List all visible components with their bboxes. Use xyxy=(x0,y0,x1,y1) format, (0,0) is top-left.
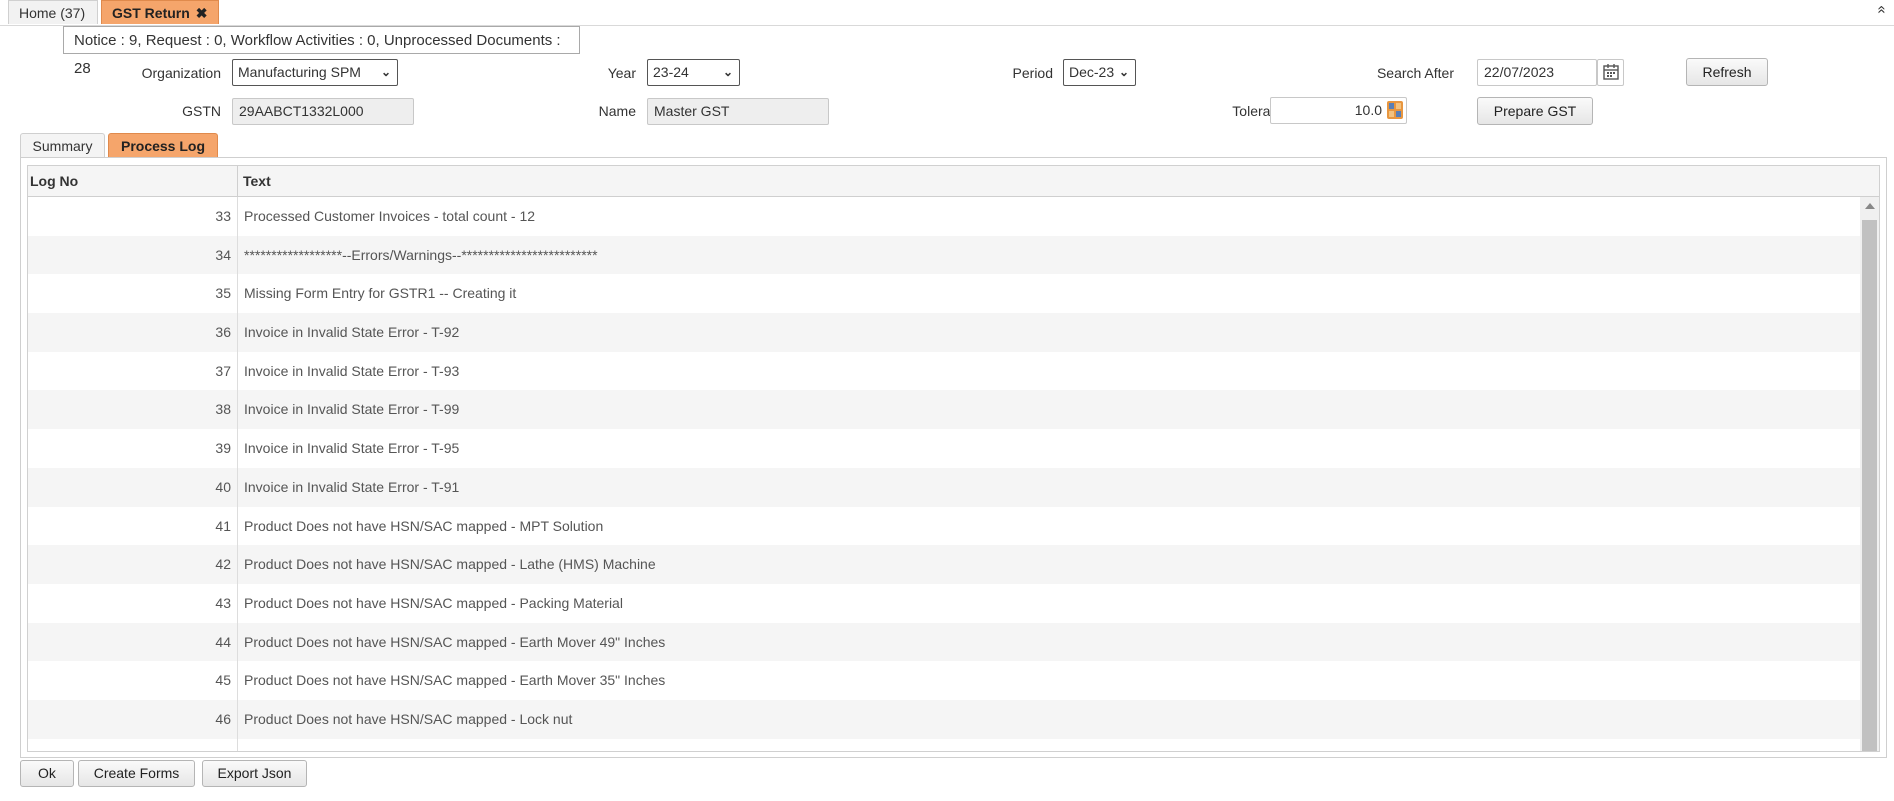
organization-select[interactable]: Manufacturing SPM ⌄ xyxy=(232,59,398,86)
tolerance-value: 10.0 xyxy=(1354,102,1382,118)
top-tab-bar: Home (37) GST Return ✖ « xyxy=(0,0,1894,26)
log-text-cell: Missing Form Entry for GSTR1 -- Creating… xyxy=(244,285,517,302)
log-text-cell: Product Does not have HSN/SAC mapped - L… xyxy=(244,710,573,727)
table-row[interactable]: 45 Product Does not have HSN/SAC mapped -… xyxy=(28,661,1860,700)
vertical-scrollbar[interactable] xyxy=(1860,197,1879,751)
tab-home[interactable]: Home (37) xyxy=(8,0,98,24)
log-no-cell: 37 xyxy=(215,362,231,379)
log-no-cell: 38 xyxy=(215,401,231,418)
year-label: Year xyxy=(607,65,636,81)
table-row[interactable]: 35 Missing Form Entry for GSTR1 -- Creati… xyxy=(28,274,1860,313)
calendar-button[interactable] xyxy=(1597,59,1624,86)
close-icon[interactable]: ✖ xyxy=(196,5,208,21)
log-text-cell: Product Does not have HSN/SAC mapped - P… xyxy=(244,739,620,751)
chevron-down-icon: ⌄ xyxy=(722,65,733,79)
log-text-cell: Invoice in Invalid State Error - T-95 xyxy=(244,440,460,457)
log-text-cell: Product Does not have HSN/SAC mapped - M… xyxy=(244,517,604,534)
log-no-cell: 40 xyxy=(215,478,231,495)
export-json-button[interactable]: Export Json xyxy=(202,760,307,787)
notice-tooltip: Notice : 9, Request : 0, Workflow Activi… xyxy=(63,26,580,77)
grid-header: Log No Text xyxy=(28,166,1879,197)
log-no-cell: 44 xyxy=(215,633,231,650)
ok-button[interactable]: Ok xyxy=(20,760,74,787)
collapse-icon[interactable]: « xyxy=(1873,5,1890,13)
name-label: Name xyxy=(598,103,636,119)
period-value: Dec-23 xyxy=(1069,64,1115,80)
table-row[interactable]: 37 Invoice in Invalid State Error - T-93 xyxy=(28,352,1860,391)
column-header-log-no[interactable]: Log No xyxy=(30,166,78,196)
search-after-input[interactable]: 22/07/2023 xyxy=(1477,59,1597,86)
log-no-cell: 43 xyxy=(215,594,231,611)
period-label: Period xyxy=(1012,65,1053,81)
log-text-cell: Product Does not have HSN/SAC mapped - P… xyxy=(244,594,623,611)
tab-gst-return-label: GST Return xyxy=(112,5,190,21)
log-no-cell: 36 xyxy=(215,324,231,341)
table-row[interactable]: 43 Product Does not have HSN/SAC mapped -… xyxy=(28,584,1860,623)
table-row[interactable]: 40 Invoice in Invalid State Error - T-91 xyxy=(28,467,1860,507)
log-no-cell: 46 xyxy=(215,710,231,727)
scrollbar-thumb[interactable] xyxy=(1862,220,1877,751)
log-text-cell: Invoice in Invalid State Error - T-92 xyxy=(244,324,460,341)
create-forms-button[interactable]: Create Forms xyxy=(78,760,195,787)
gstn-label: GSTN xyxy=(182,103,221,119)
log-no-cell: 41 xyxy=(215,517,231,534)
chevron-down-icon: ⌄ xyxy=(1118,65,1129,79)
log-text-cell: Product Does not have HSN/SAC mapped - E… xyxy=(244,672,666,689)
column-header-text[interactable]: Text xyxy=(243,166,271,196)
log-text-cell: Processed Customer Invoices - total coun… xyxy=(244,208,536,224)
tab-process-log[interactable]: Process Log xyxy=(108,133,218,157)
table-row[interactable]: 42 Product Does not have HSN/SAC mapped -… xyxy=(28,545,1860,584)
tab-home-label: Home (37) xyxy=(19,5,86,21)
log-text-cell: Invoice in Invalid State Error - T-99 xyxy=(244,401,460,418)
log-text-cell: Invoice in Invalid State Error - T-93 xyxy=(244,362,460,379)
table-row[interactable]: 33 Processed Customer Invoices - total co… xyxy=(28,197,1860,236)
log-no-cell: 47 xyxy=(28,739,231,751)
calculator-icon[interactable] xyxy=(1387,101,1403,119)
table-row[interactable]: 36 Invoice in Invalid State Error - T-92 xyxy=(28,313,1860,352)
tolerance-input[interactable]: 10.0 xyxy=(1270,97,1407,124)
prepare-gst-button[interactable]: Prepare GST xyxy=(1477,97,1593,125)
log-text-cell: Invoice in Invalid State Error - T-91 xyxy=(244,478,460,495)
organization-value: Manufacturing SPM xyxy=(238,64,361,80)
search-after-label: Search After xyxy=(1376,65,1454,81)
period-select[interactable]: Dec-23 ⌄ xyxy=(1063,59,1136,86)
table-row[interactable]: 38 Invoice in Invalid State Error - T-99 xyxy=(28,390,1860,430)
log-text-cell: Product Does not have HSN/SAC mapped - L… xyxy=(244,556,656,573)
process-log-grid: Log No Text 33 Processed Customer Invoice… xyxy=(27,165,1880,752)
tab-gst-return[interactable]: GST Return ✖ xyxy=(101,0,219,24)
table-row[interactable]: 47 Product Does not have HSN/SAC mapped -… xyxy=(28,739,1860,751)
grid-body: 33 Processed Customer Invoices - total co… xyxy=(28,197,1860,751)
year-value: 23-24 xyxy=(653,64,689,80)
log-text-cell: Product Does not have HSN/SAC mapped - E… xyxy=(244,633,666,650)
chevron-down-icon: ⌄ xyxy=(380,65,391,79)
tab-summary[interactable]: Summary xyxy=(20,133,105,157)
log-text-cell: ******************--Errors/Warnings--***… xyxy=(244,246,598,263)
table-row[interactable]: 46 Product Does not have HSN/SAC mapped -… xyxy=(28,699,1860,739)
refresh-button[interactable]: Refresh xyxy=(1686,58,1768,86)
column-divider xyxy=(237,166,238,196)
log-no-cell: 39 xyxy=(215,440,231,457)
log-no-cell: 42 xyxy=(215,556,231,573)
organization-label: Organization xyxy=(141,65,221,81)
table-row[interactable]: 34 ******************--Errors/Warnings--*… xyxy=(28,235,1860,275)
log-no-cell: 45 xyxy=(215,672,231,689)
table-row[interactable]: 41 Product Does not have HSN/SAC mapped -… xyxy=(28,507,1860,546)
table-row[interactable]: 44 Product Does not have HSN/SAC mapped -… xyxy=(28,622,1860,662)
name-field: Master GST xyxy=(647,98,829,125)
log-no-cell: 33 xyxy=(215,208,231,224)
gstn-field: 29AABCT1332L000 xyxy=(232,98,414,125)
year-select[interactable]: 23-24 ⌄ xyxy=(647,59,740,86)
log-no-cell: 34 xyxy=(215,246,231,263)
calendar-icon xyxy=(1603,64,1619,80)
log-no-cell: 35 xyxy=(215,285,231,302)
column-divider xyxy=(237,197,238,751)
table-row[interactable]: 39 Invoice in Invalid State Error - T-95 xyxy=(28,429,1860,468)
scroll-up-icon[interactable] xyxy=(1865,203,1875,209)
